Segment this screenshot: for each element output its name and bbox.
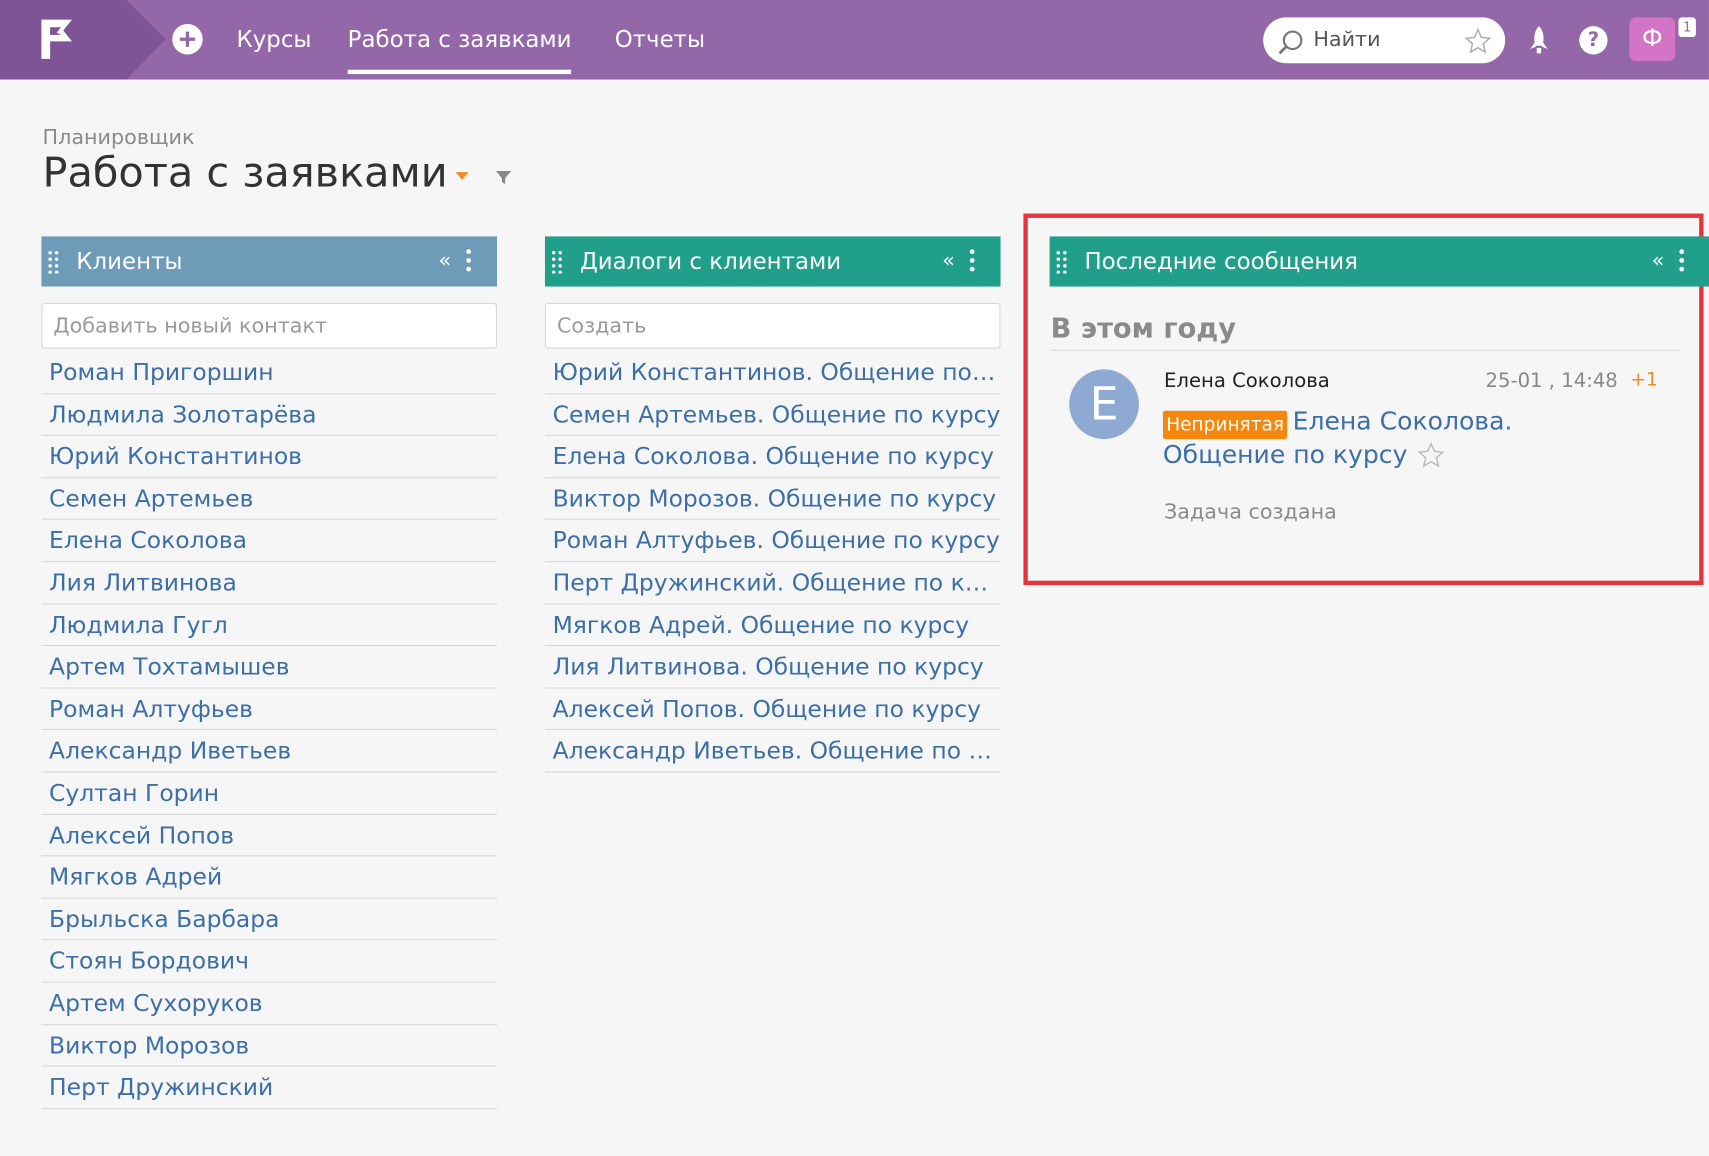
message-subject-link[interactable]: Елена Соколова. xyxy=(1293,407,1513,435)
more-menu-icon[interactable] xyxy=(1678,248,1685,272)
rocket-icon[interactable] xyxy=(1526,25,1552,56)
list-item[interactable]: Стоян Бордович xyxy=(41,941,497,983)
nav-courses[interactable]: Курсы xyxy=(237,26,312,52)
message-timestamp: 25-01 , 14:48 xyxy=(1485,369,1618,393)
list-item[interactable]: Александр Иветьев. Общение по курсу xyxy=(544,730,1001,773)
list-item[interactable]: Артем Сухоруков xyxy=(41,983,497,1025)
dialogs-list: Юрий Константинов. Общение по курсу Семен… xyxy=(544,352,1001,773)
notification-badge: 1 xyxy=(1678,17,1696,38)
list-item[interactable]: Брыльска Барбара xyxy=(41,899,497,941)
clients-panel-header: Клиенты « xyxy=(41,235,497,287)
clients-panel-title: Клиенты xyxy=(76,248,183,275)
list-item[interactable]: Алексей Попов. Общение по курсу xyxy=(544,688,1001,731)
list-item[interactable]: Виктор Морозов. Общение по курсу xyxy=(544,478,1001,521)
nav-requests[interactable]: Работа с заявками xyxy=(347,26,573,75)
flag-logo-icon xyxy=(41,19,72,59)
list-item[interactable]: Лия Литвинова. Общение по курсу xyxy=(544,646,1001,689)
list-item[interactable]: Роман Пригоршин xyxy=(41,352,497,394)
messages-panel-title: Последние сообщения xyxy=(1084,248,1358,275)
message-author[interactable]: Елена Соколова xyxy=(1164,369,1330,392)
list-item[interactable]: Семен Артемьев xyxy=(41,478,497,521)
section-divider xyxy=(1050,349,1681,351)
section-heading: В этом году xyxy=(1050,312,1237,345)
dialogs-panel: Диалоги с клиентами « Создать Юрий Конст… xyxy=(544,235,1001,773)
messages-panel-header: Последние сообщения « xyxy=(1049,235,1709,287)
search-icon xyxy=(1278,30,1303,55)
dialogs-panel-title: Диалоги с клиентами xyxy=(579,248,842,275)
list-item[interactable]: Юрий Константинов. Общение по курсу xyxy=(544,352,1001,394)
list-item[interactable]: Юрий Константинов xyxy=(41,436,497,479)
clients-panel: Клиенты « Добавить новый контакт Роман П… xyxy=(41,235,497,1109)
list-item[interactable]: Лия Литвинова xyxy=(41,562,497,605)
list-item[interactable]: Александр Иветьев xyxy=(41,730,497,773)
search-input[interactable]: Найти xyxy=(1313,27,1380,51)
list-item[interactable]: Перт Дружинский xyxy=(41,1067,497,1109)
list-item[interactable]: Елена Соколова. Общение по курсу xyxy=(544,436,1001,479)
collapse-icon[interactable]: « xyxy=(1652,235,1665,285)
drag-handle-icon[interactable] xyxy=(47,249,60,274)
dialogs-panel-header: Диалоги с клиентами « xyxy=(544,235,1001,287)
page-title: Работа с заявками xyxy=(42,148,448,197)
more-menu-icon[interactable] xyxy=(465,248,472,272)
messages-panel: Последние сообщения « xyxy=(1049,235,1709,287)
avatar[interactable]: Е xyxy=(1069,369,1139,440)
list-item[interactable]: Виктор Морозов xyxy=(41,1025,497,1067)
more-menu-icon[interactable] xyxy=(969,248,976,272)
list-item[interactable]: Семен Артемьев. Общение по курсу xyxy=(544,394,1001,437)
drag-handle-icon[interactable] xyxy=(550,249,563,274)
chevron-down-icon[interactable] xyxy=(455,172,469,180)
app-logo[interactable] xyxy=(0,0,166,80)
list-item[interactable]: Артем Тохтамышев xyxy=(41,646,497,689)
list-item[interactable]: Султан Горин xyxy=(41,772,497,815)
list-item[interactable]: Людмила Золотарёва xyxy=(41,394,497,437)
clients-list: Роман Пригоршин Людмила Золотарёва Юрий Ко… xyxy=(41,352,497,1109)
list-item[interactable]: Перт Дружинский. Общение по курсу xyxy=(544,562,1001,605)
list-item[interactable]: Мягков Адрей xyxy=(41,856,497,899)
drag-handle-icon[interactable] xyxy=(1055,249,1068,274)
message-note: Задача создана xyxy=(1164,500,1337,525)
create-dialog-input[interactable]: Создать xyxy=(544,302,1001,349)
nav-reports[interactable]: Отчеты xyxy=(615,26,705,52)
collapse-icon[interactable]: « xyxy=(439,235,452,285)
filter-icon[interactable] xyxy=(495,169,512,186)
plus-circle-icon[interactable] xyxy=(172,23,203,55)
collapse-icon[interactable]: « xyxy=(942,235,955,285)
message-counter[interactable]: +1 xyxy=(1630,369,1657,391)
list-item[interactable]: Алексей Попов xyxy=(41,814,497,857)
list-item[interactable]: Роман Алтуфьев. Общение по курсу xyxy=(544,520,1001,563)
help-icon[interactable]: ? xyxy=(1579,26,1608,55)
top-navigation-bar: Курсы Работа с заявками Отчеты Найти ? Ф… xyxy=(0,0,1709,80)
user-avatar[interactable]: Ф xyxy=(1629,17,1676,62)
search-box[interactable]: Найти xyxy=(1263,17,1506,64)
list-item[interactable]: Людмила Гугл xyxy=(41,604,497,647)
list-item[interactable]: Роман Алтуфьев xyxy=(41,688,497,731)
list-item[interactable]: Елена Соколова xyxy=(41,520,497,563)
status-badge: Непринятая xyxy=(1162,410,1288,440)
breadcrumb[interactable]: Планировщик xyxy=(43,125,195,149)
message-subject-link-continued[interactable]: Общение по курсу xyxy=(1163,441,1408,469)
list-item[interactable]: Мягков Адрей. Общение по курсу xyxy=(544,604,1001,647)
star-icon[interactable] xyxy=(1464,27,1492,55)
add-contact-input[interactable]: Добавить новый контакт xyxy=(41,302,497,349)
star-icon[interactable] xyxy=(1417,441,1445,469)
